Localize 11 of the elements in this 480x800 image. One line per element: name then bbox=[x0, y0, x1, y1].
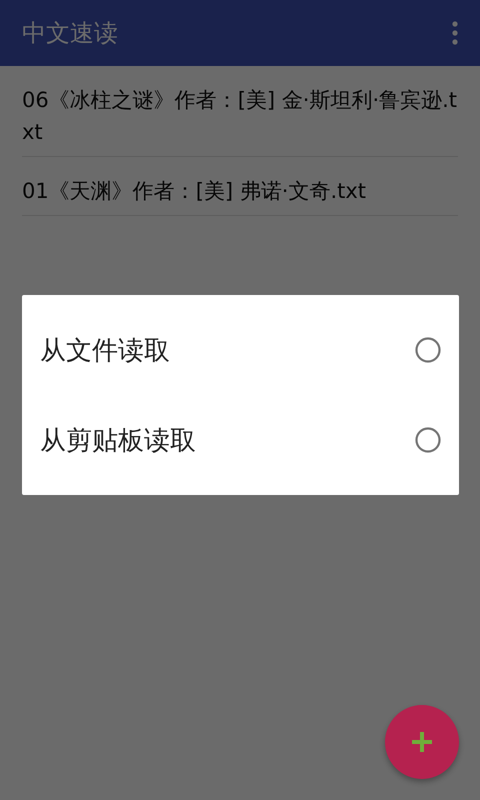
dialog-option[interactable]: 从文件读取 bbox=[22, 305, 459, 395]
radio-button[interactable] bbox=[415, 427, 441, 453]
dialog-option[interactable]: 从剪贴板读取 bbox=[22, 395, 459, 485]
option-label: 从剪贴板读取 bbox=[40, 424, 196, 458]
file-item[interactable]: 01《天渊》作者：[美] 弗诺·文奇.txt bbox=[22, 157, 458, 216]
file-item[interactable]: 06《冰柱之谜》作者：[美] 金·斯坦利·鲁宾逊.txt bbox=[22, 66, 458, 157]
option-label: 从文件读取 bbox=[40, 334, 170, 368]
app-title: 中文速读 bbox=[22, 18, 118, 49]
more-menu-icon[interactable] bbox=[452, 21, 458, 45]
plus-icon bbox=[412, 732, 432, 752]
radio-button[interactable] bbox=[415, 337, 441, 363]
